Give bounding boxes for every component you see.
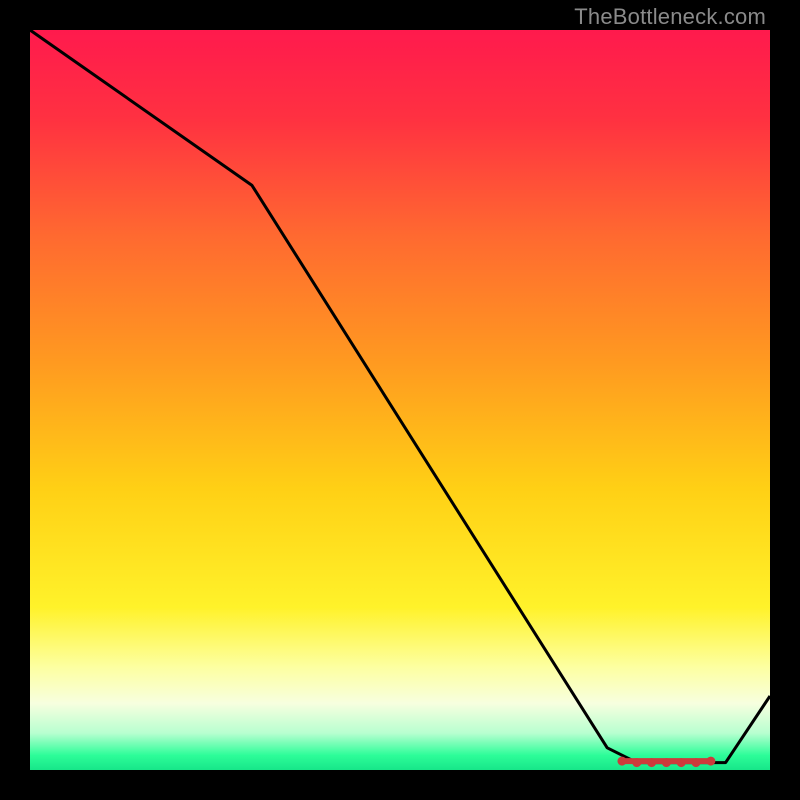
watermark-label: TheBottleneck.com: [574, 4, 766, 30]
marker-dot: [662, 758, 671, 767]
marker-dot: [632, 758, 641, 767]
gradient-background: [30, 30, 770, 770]
marker-dot: [706, 757, 715, 766]
chart-frame: TheBottleneck.com: [0, 0, 800, 800]
bottleneck-chart: [30, 30, 770, 770]
marker-dot: [618, 757, 627, 766]
marker-dot: [647, 758, 656, 767]
plot-area: [30, 30, 770, 770]
marker-dot: [677, 758, 686, 767]
marker-dot: [692, 758, 701, 767]
